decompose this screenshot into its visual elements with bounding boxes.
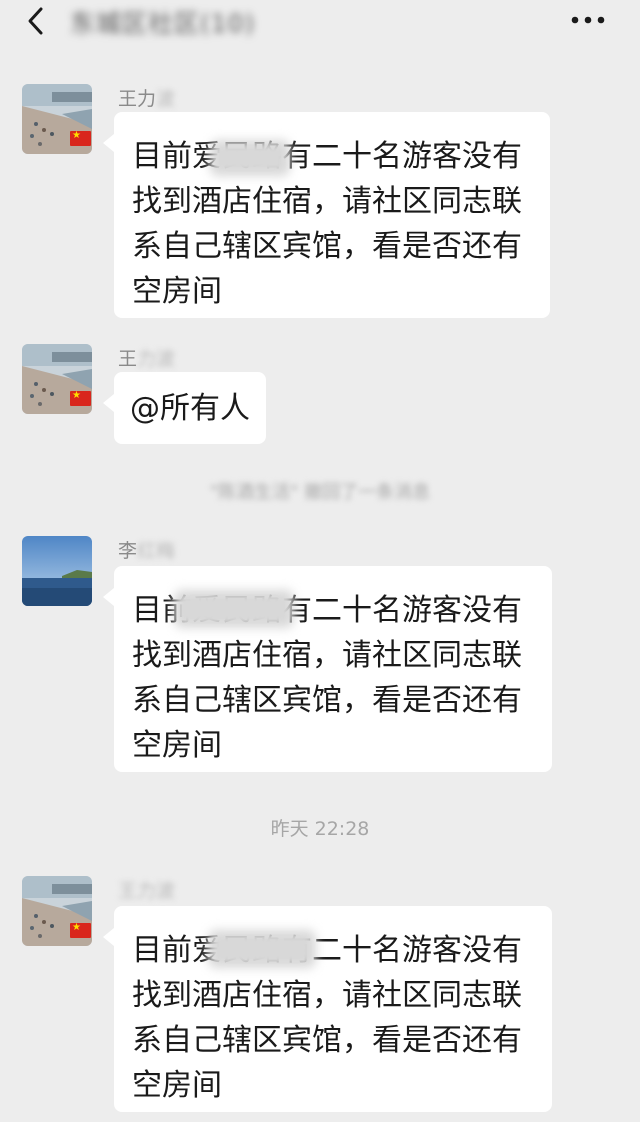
chevron-left-icon (28, 7, 43, 35)
redaction-blur (210, 140, 290, 176)
sender-name: 王力波 (118, 88, 176, 110)
message-bubble[interactable]: 目前爱民路有二十名游客没有 找到酒店住宿，请社区同志联 系自己辖区宾馆，看是否还… (103, 906, 552, 1112)
redaction-blur (208, 930, 316, 968)
sender-name: 王力波 (118, 348, 176, 370)
avatar[interactable] (22, 84, 92, 154)
sender-name: 李红梅 (118, 540, 176, 562)
avatar[interactable] (22, 536, 92, 606)
message-text: 目前爱民路有二十名游客没有 找到酒店住宿，请社区同志联 系自己辖区宾馆，看是否还… (132, 139, 522, 309)
chat-header: 东城区社区(10) (0, 0, 640, 50)
more-button[interactable] (566, 8, 610, 32)
chat-title: 东城区社区(10) (70, 9, 256, 38)
more-dots-icon (571, 16, 605, 24)
message-bubble[interactable]: 目前爱民路有二十名游客没有 找到酒店住宿，请社区同志联 系自己辖区宾馆，看是否还… (103, 112, 550, 318)
redaction-blur (174, 590, 294, 628)
timestamp: 昨天 22:28 (270, 818, 370, 840)
message-bubble[interactable]: 目前爱民路有二十名游客没有 找到酒店住宿，请社区同志联 系自己辖区宾馆，看是否还… (103, 566, 552, 772)
avatar[interactable] (22, 876, 92, 946)
back-button[interactable] (22, 4, 52, 38)
flag-icon (70, 129, 91, 146)
flag-icon (70, 921, 91, 938)
message-bubble[interactable]: @所有人 (103, 372, 266, 444)
message-text: 目前爱民路有二十名游客没有 找到酒店住宿，请社区同志联 系自己辖区宾馆，看是否还… (132, 933, 522, 1103)
sender-name: 王力波 (118, 880, 176, 902)
avatar[interactable] (22, 344, 92, 414)
seaside-photo-icon (22, 536, 92, 606)
flag-icon (70, 389, 91, 406)
recall-notice: "陈酒生活" 撤回了一条消息 (209, 482, 431, 503)
message-text: @所有人 (130, 391, 250, 426)
